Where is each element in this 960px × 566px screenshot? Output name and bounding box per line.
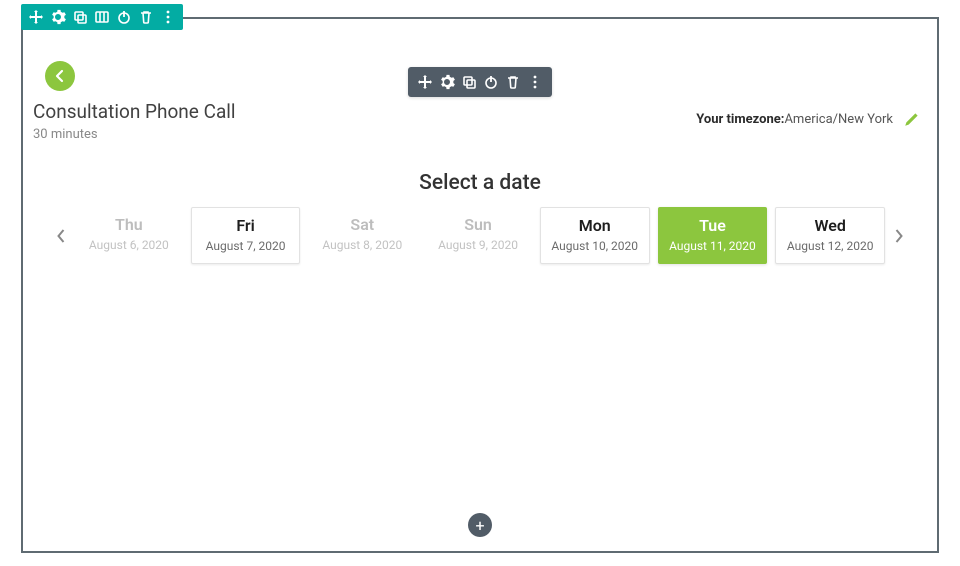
title-block: Consultation Phone Call 30 minutes (33, 100, 236, 142)
date-card-selected[interactable]: Tue August 11, 2020 (658, 207, 768, 264)
timezone-row: Your timezone:America/New York (696, 110, 921, 128)
date-label: August 12, 2020 (778, 239, 882, 253)
power-icon[interactable] (113, 6, 135, 28)
widget-toolbar (408, 67, 552, 97)
day-of-week: Wed (778, 216, 882, 235)
date-strip: Thu August 6, 2020 Fri August 7, 2020 Sa… (47, 207, 913, 264)
select-date-heading: Select a date (23, 171, 937, 195)
date-label: August 6, 2020 (77, 238, 181, 252)
timezone-value: America/New York (784, 112, 893, 127)
day-of-week: Tue (661, 216, 765, 235)
arrow-left-icon (52, 68, 68, 84)
power-icon[interactable] (480, 71, 502, 93)
date-card[interactable]: Fri August 7, 2020 (191, 207, 301, 264)
day-of-week: Fri (194, 216, 298, 235)
date-label: August 11, 2020 (661, 239, 765, 253)
date-label: August 7, 2020 (194, 239, 298, 253)
date-card: Sat August 8, 2020 (308, 207, 416, 264)
page-subtitle: 30 minutes (33, 127, 236, 142)
gear-icon[interactable] (436, 71, 458, 93)
duplicate-icon[interactable] (458, 71, 480, 93)
date-card: Sun August 9, 2020 (424, 207, 532, 264)
more-vertical-icon[interactable] (524, 71, 546, 93)
columns-icon[interactable] (91, 6, 113, 28)
plus-icon: + (475, 516, 484, 535)
day-of-week: Thu (77, 215, 181, 234)
date-label: August 10, 2020 (543, 239, 647, 253)
editor-frame: Consultation Phone Call 30 minutes Your … (21, 17, 939, 553)
chevron-left-icon (56, 228, 66, 244)
date-card: Thu August 6, 2020 (75, 207, 183, 264)
edit-timezone-button[interactable] (903, 110, 921, 128)
page-title: Consultation Phone Call (33, 100, 236, 123)
date-card[interactable]: Wed August 12, 2020 (775, 207, 885, 264)
day-of-week: Mon (543, 216, 647, 235)
gear-icon[interactable] (47, 6, 69, 28)
more-vertical-icon[interactable] (157, 6, 179, 28)
add-section-button[interactable]: + (468, 513, 492, 537)
back-button[interactable] (45, 61, 75, 91)
section-toolbar (21, 4, 183, 30)
prev-dates-button[interactable] (47, 211, 75, 261)
move-icon[interactable] (414, 71, 436, 93)
chevron-right-icon (894, 228, 904, 244)
date-card[interactable]: Mon August 10, 2020 (540, 207, 650, 264)
day-of-week: Sun (426, 215, 530, 234)
next-dates-button[interactable] (885, 211, 913, 261)
date-label: August 9, 2020 (426, 238, 530, 252)
timezone-label: Your timezone: (696, 112, 784, 127)
date-cards: Thu August 6, 2020 Fri August 7, 2020 Sa… (75, 207, 885, 264)
day-of-week: Sat (310, 215, 414, 234)
move-icon[interactable] (25, 6, 47, 28)
duplicate-icon[interactable] (69, 6, 91, 28)
pencil-icon (903, 110, 921, 128)
trash-icon[interactable] (135, 6, 157, 28)
date-label: August 8, 2020 (310, 238, 414, 252)
trash-icon[interactable] (502, 71, 524, 93)
